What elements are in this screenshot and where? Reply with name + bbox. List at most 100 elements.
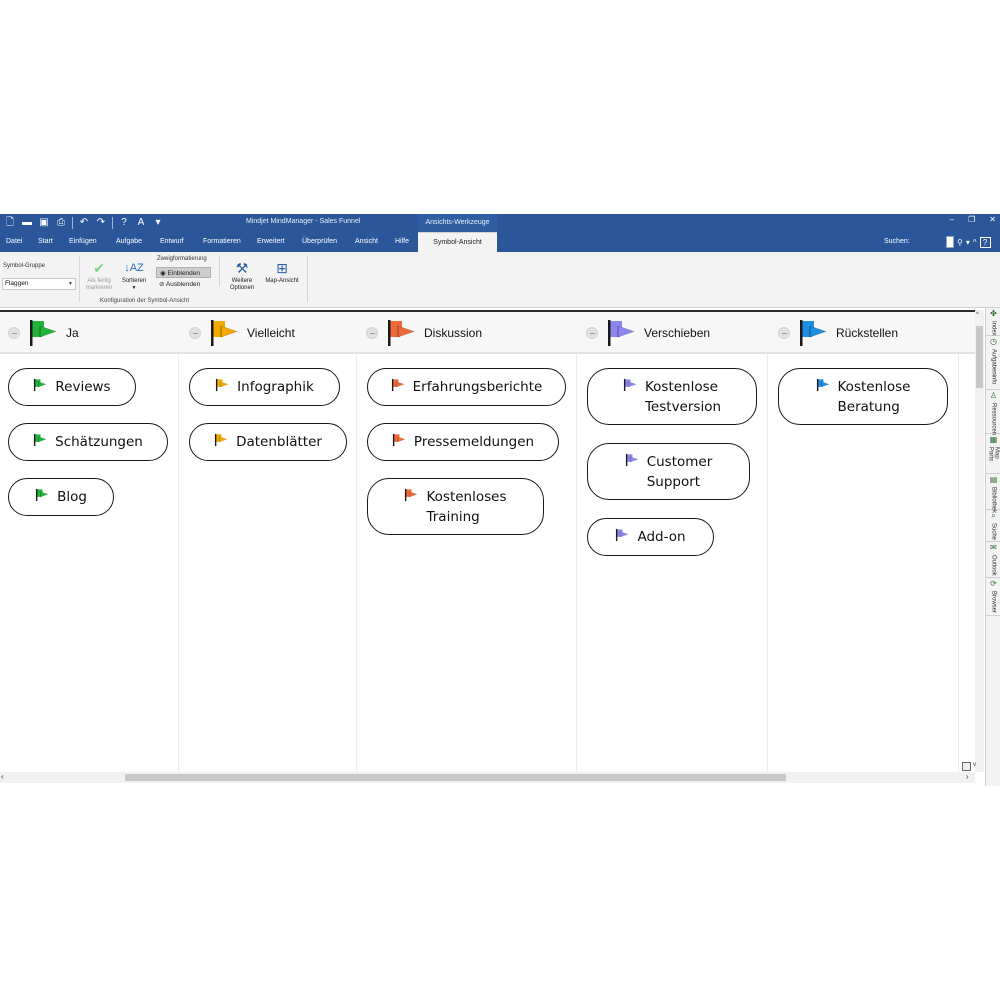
- tab-ansicht[interactable]: Ansicht: [355, 232, 378, 252]
- topic-text-line: Reviews: [55, 379, 111, 395]
- topic-text-line: Erfahrungsberichte: [412, 379, 543, 395]
- restore-button[interactable]: ❐: [968, 215, 975, 224]
- side-tab-aufgabeninfo[interactable]: ◷ Aufgabeninfo: [986, 336, 1000, 390]
- topic-card[interactable]: Customer Support: [587, 443, 750, 500]
- horizontal-scrollbar[interactable]: ‹ ›: [0, 772, 975, 783]
- symbol-group-select[interactable]: Flaggen ▼: [2, 278, 76, 290]
- more-options-button[interactable]: ⚒ Weitere Optionen: [224, 260, 260, 292]
- tab-formatieren[interactable]: Formatieren: [203, 232, 241, 252]
- topic-card[interactable]: Kostenloses Training: [367, 478, 544, 535]
- scroll-up-icon[interactable]: ^: [976, 312, 979, 318]
- task-info-icon: ◷: [990, 337, 997, 346]
- side-tab-ressourcen[interactable]: ♙ Ressourcen: [986, 390, 1000, 435]
- column-header-label: Ja: [66, 326, 79, 340]
- title-bar: 🗋 ▬ ▣ ⎙ ↶ ↷? A ▾ Mindjet MindManager - Sales Fu…: [0, 214, 1000, 232]
- column-header: Diskussion: [366, 312, 482, 354]
- ribbon-tabs: Datei Start Einfügen Aufgabe Entwurf Formatie…: [0, 232, 1000, 252]
- print-icon[interactable]: ⎙: [55, 217, 67, 229]
- topic-card[interactable]: Infographik: [189, 368, 340, 406]
- topic-card[interactable]: Add-on: [587, 518, 714, 556]
- undo-icon[interactable]: ↶: [78, 217, 90, 229]
- column-header-label: Verschieben: [644, 326, 711, 340]
- format-icon[interactable]: A: [135, 217, 147, 229]
- topic-text-line: Kostenlose: [837, 378, 911, 395]
- topic-card[interactable]: Blog: [8, 478, 114, 516]
- vertical-scroll-thumb[interactable]: [976, 326, 983, 388]
- side-tab-index[interactable]: ✤ Index: [986, 308, 1000, 336]
- search-dropdown-icon[interactable]: ▾: [966, 238, 970, 247]
- save-icon[interactable]: ▣: [38, 217, 50, 229]
- topic-card[interactable]: Reviews: [8, 368, 136, 406]
- search-input[interactable]: [946, 236, 954, 248]
- hide-button[interactable]: ⊘ Ausblenden: [156, 279, 211, 290]
- help-topic-icon[interactable]: ?: [118, 217, 130, 229]
- new-document-icon[interactable]: 🗋: [4, 217, 16, 229]
- flag-icon: [391, 378, 405, 392]
- sort-button[interactable]: ↓AZ Sortieren ▼: [118, 260, 150, 292]
- scroll-left-icon[interactable]: ‹: [1, 772, 4, 781]
- search-panel-icon: ⌕: [991, 511, 996, 520]
- column-divider: [356, 354, 357, 774]
- topic-card[interactable]: Schätzungen: [8, 423, 168, 461]
- flag-icon: [33, 433, 47, 447]
- search-tools: ⚲ ▾ ^ ?: [946, 236, 991, 248]
- view-options-icon[interactable]: [962, 762, 971, 771]
- eye-off-icon: ⊘: [159, 281, 165, 288]
- redo-icon[interactable]: ↷: [95, 217, 107, 229]
- collapse-icon[interactable]: [586, 327, 598, 339]
- open-folder-icon[interactable]: ▬: [21, 217, 33, 229]
- tab-symbol-ansicht[interactable]: Symbol-Ansicht: [418, 232, 497, 252]
- tab-aufgabe[interactable]: Aufgabe: [116, 232, 142, 252]
- collapse-icon[interactable]: [778, 327, 790, 339]
- side-tab-map-parts[interactable]: ▦ Map Parts: [986, 434, 1000, 474]
- flag-icon: [606, 319, 636, 347]
- tab-überprüfen[interactable]: Überprüfen: [302, 232, 337, 252]
- side-tab-suche[interactable]: ⌕ Suche: [986, 510, 1000, 542]
- side-tab-bibliothek[interactable]: ▤ Bibliothek: [986, 474, 1000, 513]
- symbol-view-canvas[interactable]: Ja Vielleicht Diskussion Verschieben Rückste…: [0, 310, 975, 774]
- show-button[interactable]: ◉ Einblenden: [156, 267, 211, 278]
- tab-einfügen[interactable]: Einfügen: [69, 232, 97, 252]
- topic-text: Blog: [57, 487, 87, 507]
- vertical-scrollbar[interactable]: ^: [975, 310, 984, 772]
- tab-datei[interactable]: Datei: [6, 232, 22, 252]
- topic-text: Kostenlose Testversion: [645, 377, 721, 417]
- close-button[interactable]: ✕: [989, 215, 996, 224]
- tab-entwurf[interactable]: Entwurf: [160, 232, 184, 252]
- collapse-icon[interactable]: [8, 327, 20, 339]
- flag-icon: [623, 378, 637, 392]
- topic-text: Kostenlose Beratung: [838, 377, 911, 417]
- flag-icon: [28, 319, 58, 347]
- chevron-down-icon[interactable]: v: [973, 762, 976, 768]
- side-tab-label: Aufgabeninfo: [990, 349, 997, 385]
- ribbon-group-caption: Konfiguration der Symbol-Ansicht: [100, 298, 190, 304]
- divider: [219, 256, 220, 286]
- binoculars-icon[interactable]: ⚲: [957, 238, 963, 247]
- side-tab-browser[interactable]: ⟳ Browser: [986, 578, 1000, 616]
- tab-start[interactable]: Start: [38, 232, 53, 252]
- customize-icon[interactable]: ▾: [152, 217, 164, 229]
- mark-done-button[interactable]: ✔ Als fertig markieren: [82, 260, 116, 292]
- collapse-ribbon-icon[interactable]: ^: [973, 238, 977, 247]
- resources-icon: ♙: [989, 391, 998, 400]
- collapse-icon[interactable]: [189, 327, 201, 339]
- tab-hilfe[interactable]: Hilfe: [395, 232, 409, 252]
- topic-card[interactable]: Pressemeldungen: [367, 423, 559, 461]
- collapse-icon[interactable]: [366, 327, 378, 339]
- topic-card[interactable]: Datenblätter: [189, 423, 347, 461]
- topic-card[interactable]: Kostenlose Beratung: [778, 368, 948, 425]
- topic-card[interactable]: Kostenlose Testversion: [587, 368, 757, 425]
- map-view-label: Map-Ansicht: [265, 278, 299, 284]
- symbol-group-value: Flaggen: [5, 280, 29, 287]
- topic-card[interactable]: Erfahrungsberichte: [367, 368, 566, 406]
- flag-icon: [625, 453, 639, 467]
- minimize-button[interactable]: –: [950, 215, 954, 224]
- topic-text: Reviews: [55, 377, 110, 397]
- scroll-right-icon[interactable]: ›: [966, 772, 969, 781]
- tab-erweitert[interactable]: Erweitert: [257, 232, 285, 252]
- map-view-button[interactable]: ⊞ Map-Ansicht: [260, 260, 304, 285]
- horizontal-scroll-thumb[interactable]: [125, 774, 786, 781]
- side-tab-outlook[interactable]: ✉ Outlook: [986, 542, 1000, 578]
- help-button[interactable]: ?: [979, 236, 991, 248]
- sort-az-icon: ↓AZ: [124, 262, 144, 274]
